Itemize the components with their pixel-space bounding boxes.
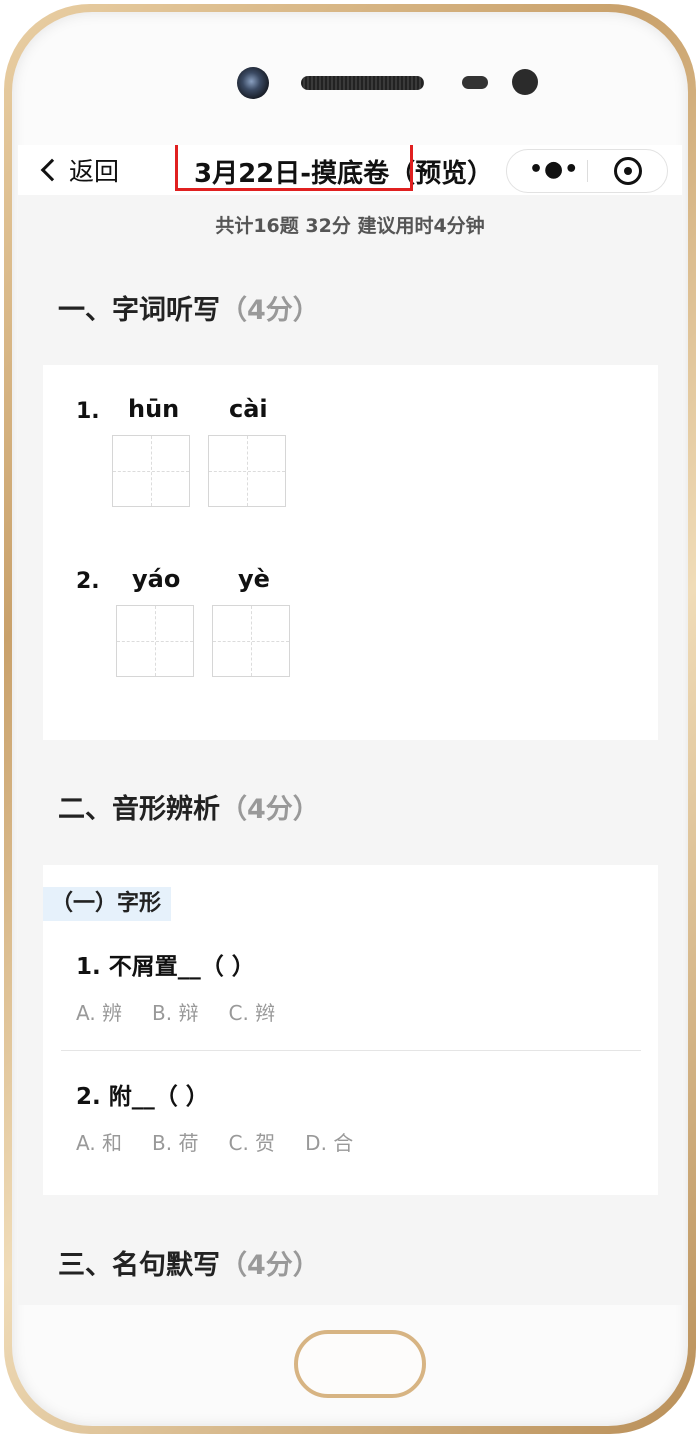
shape-card: （一）字形 1. 不屑置__（ ） A. 辨 B. 辩 C. 辫 2. 附__（… xyxy=(43,865,658,1195)
app-screen: 返回 3月22日-摸底卷（预览） •●• 共计16题 32分 建议用时4分钟 一… xyxy=(18,145,682,1305)
option-b[interactable]: B. 辩 xyxy=(152,997,198,1026)
section-score: （4分） xyxy=(220,1250,320,1281)
exam-summary: 共计16题 32分 建议用时4分钟 xyxy=(215,215,485,237)
section-heading: 二、音形辨析（4分） xyxy=(58,787,320,826)
question-number: 1. xyxy=(76,399,100,424)
title-highlight-box xyxy=(175,145,413,191)
section-title: 一、字词听写 xyxy=(58,295,220,326)
option-a[interactable]: A. 和 xyxy=(76,1127,122,1156)
more-dots-icon[interactable]: •●• xyxy=(529,158,579,182)
section-heading: 一、字词听写（4分） xyxy=(58,288,320,327)
pinyin-label: yáo xyxy=(132,565,181,593)
writing-grid-box[interactable] xyxy=(112,435,190,507)
front-camera xyxy=(237,67,269,99)
option-c[interactable]: C. 辫 xyxy=(228,997,275,1026)
section-score: （4分） xyxy=(220,295,320,326)
mc-options: A. 和 B. 荷 C. 贺 D. 合 xyxy=(76,1127,353,1156)
option-d[interactable]: D. 合 xyxy=(305,1127,353,1156)
pinyin-label: yè xyxy=(238,565,270,593)
back-button[interactable]: 返回 xyxy=(40,153,119,187)
mc-options: A. 辨 B. 辩 C. 辫 xyxy=(76,997,275,1026)
section-score: （4分） xyxy=(220,794,320,825)
mc-question: 2. 附__（ ） xyxy=(76,1084,209,1110)
mc-question: 1. 不屑置__（ ） xyxy=(76,954,255,980)
earpiece-speaker xyxy=(301,76,424,90)
option-c[interactable]: C. 贺 xyxy=(228,1127,275,1156)
proximity-sensor xyxy=(462,76,488,89)
section-title: 三、名句默写 xyxy=(58,1250,220,1281)
pinyin-label: cài xyxy=(229,395,268,423)
capsule-divider xyxy=(587,160,588,182)
question-divider xyxy=(61,1050,641,1051)
mini-program-capsule: •●• xyxy=(506,149,668,193)
chevron-left-icon xyxy=(40,158,64,182)
section-heading: 三、名句默写（4分） xyxy=(58,1243,320,1282)
nav-bar: 返回 3月22日-摸底卷（预览） •●• xyxy=(18,145,682,195)
target-circle-icon[interactable] xyxy=(614,157,642,185)
section-title: 二、音形辨析 xyxy=(58,794,220,825)
writing-grid-box[interactable] xyxy=(212,605,290,677)
pinyin-label: hūn xyxy=(128,395,180,423)
home-button[interactable] xyxy=(294,1330,426,1398)
question-number: 2. xyxy=(76,569,100,594)
back-label: 返回 xyxy=(69,157,120,186)
light-sensor xyxy=(512,69,538,95)
writing-grid-box[interactable] xyxy=(116,605,194,677)
option-a[interactable]: A. 辨 xyxy=(76,997,122,1026)
subsection-tag: （一）字形 xyxy=(43,887,172,921)
option-b[interactable]: B. 荷 xyxy=(152,1127,198,1156)
writing-grid-box[interactable] xyxy=(208,435,286,507)
dictation-card: 1. hūn cài 2. yáo yè xyxy=(43,365,658,740)
